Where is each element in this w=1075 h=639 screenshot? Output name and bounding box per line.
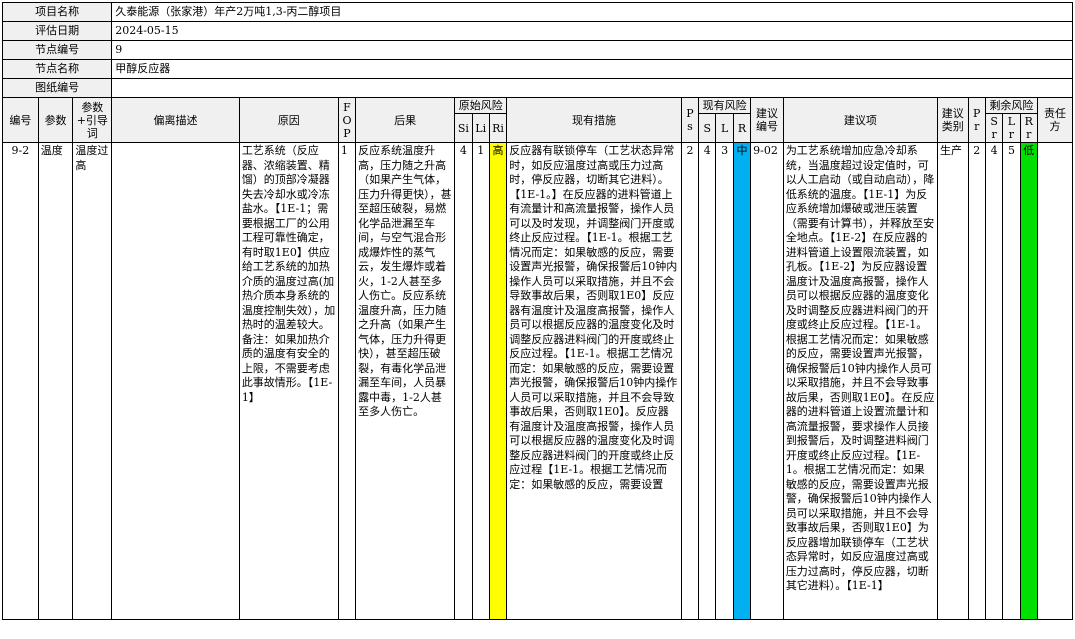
- cell-owner: [1036, 142, 1074, 620]
- cell-rec: 为工艺系统增加应急冷却系统，当温度超过设定值时，可以人工启动（或自动启动），降低…: [782, 142, 938, 620]
- header-cur-risk: 现有风险: [698, 97, 752, 114]
- meta-row-node-no: 节点编号 9: [1, 40, 1073, 60]
- header-r: R: [732, 113, 752, 143]
- date-label: 评估日期: [1, 21, 113, 41]
- hazop-table: 项目名称 久泰能源（张家港）年产2万吨1,3-丙二醇项目 评估日期 2024-0…: [1, 2, 1074, 620]
- header-fop: FOP: [337, 97, 357, 143]
- header-owner: 责任方: [1036, 97, 1074, 143]
- header-row-1: 编号 参数 参数+引导词 偏离描述 原因 FOP 后果 原始风险 现有措施 Ps…: [2, 97, 1074, 143]
- cell-l: 3: [715, 142, 734, 620]
- header-cause: 原因: [238, 97, 339, 143]
- cell-si: 4: [454, 142, 473, 620]
- meta-row-drawing: 图纸编号: [1, 78, 1073, 98]
- cell-sr: 4: [984, 142, 1004, 620]
- cell-param: 温度: [37, 142, 74, 620]
- drawing-label: 图纸编号: [1, 78, 113, 98]
- table-row: 9-2 温度 温度过高 工艺系统（反应器、浓缩装置、精馏）的顶部冷凝器失去冷却水…: [2, 142, 1074, 620]
- header-ri: Ri: [488, 113, 508, 143]
- node-name-value: 甲醇反应器: [111, 59, 1073, 79]
- header-measures: 现有措施: [506, 97, 682, 143]
- project-value: 久泰能源（张家港）年产2万吨1,3-丙二醇项目: [111, 2, 1073, 22]
- header-param-guide: 参数+引导词: [72, 97, 113, 143]
- header-rec-no: 建议编号: [750, 97, 784, 143]
- header-rec: 建议项: [782, 97, 938, 143]
- cell-no: 9-2: [2, 142, 39, 620]
- cell-lr: 5: [1002, 142, 1021, 620]
- cell-pr: 2: [967, 142, 986, 620]
- header-consequence: 后果: [355, 97, 456, 143]
- cell-deviation: [111, 142, 240, 620]
- header-s: S: [698, 113, 717, 143]
- header-rr: Rr: [1019, 113, 1038, 143]
- cell-cause: 工艺系统（反应器、浓缩装置、精馏）的顶部冷凝器失去冷却水或冷冻盐水。【1E-1；…: [238, 142, 339, 620]
- node-name-label: 节点名称: [1, 59, 113, 79]
- cell-consequence: 反应系统温度升高，压力随之升高（如果产生气体，压力升得更快），甚至超压破裂，易燃…: [355, 142, 456, 620]
- header-li: Li: [471, 113, 490, 143]
- header-no: 编号: [2, 97, 39, 143]
- header-ps: Ps: [680, 97, 700, 143]
- cell-fop: 1: [337, 142, 357, 620]
- drawing-value: [111, 78, 1073, 98]
- cell-rec-no: 9-02: [750, 142, 784, 620]
- header-orig-risk: 原始风险: [454, 97, 508, 114]
- header-deviation: 偏离描述: [111, 97, 240, 143]
- cell-s: 4: [698, 142, 717, 620]
- header-sr: Sr: [984, 113, 1004, 143]
- meta-row-node-name: 节点名称 甲醇反应器: [1, 59, 1073, 79]
- meta-row-date: 评估日期 2024-05-15: [1, 21, 1073, 41]
- cell-measures: 反应器有联锁停车（工艺状态异常时，如反应温度过高或压力过高时，停反应器，切断其它…: [506, 142, 682, 620]
- cell-rr: 低: [1019, 142, 1038, 620]
- node-no-label: 节点编号: [1, 40, 113, 60]
- date-value: 2024-05-15: [111, 21, 1073, 41]
- cell-r: 中: [732, 142, 752, 620]
- cell-ri: 高: [488, 142, 508, 620]
- node-no-value: 9: [111, 40, 1073, 60]
- header-lr: Lr: [1002, 113, 1021, 143]
- project-label: 项目名称: [1, 2, 113, 22]
- meta-row-project: 项目名称 久泰能源（张家港）年产2万吨1,3-丙二醇项目: [1, 2, 1073, 22]
- cell-li: 1: [471, 142, 490, 620]
- cell-ps: 2: [680, 142, 700, 620]
- header-si: Si: [454, 113, 473, 143]
- header-rec-type: 建议类别: [936, 97, 969, 143]
- header-pr: Pr: [967, 97, 986, 143]
- header-l: L: [715, 113, 734, 143]
- header-param: 参数: [37, 97, 74, 143]
- cell-rec-type: 生产: [936, 142, 969, 620]
- cell-param-guide: 温度过高: [72, 142, 113, 620]
- header-res-risk: 剩余风险: [984, 97, 1038, 114]
